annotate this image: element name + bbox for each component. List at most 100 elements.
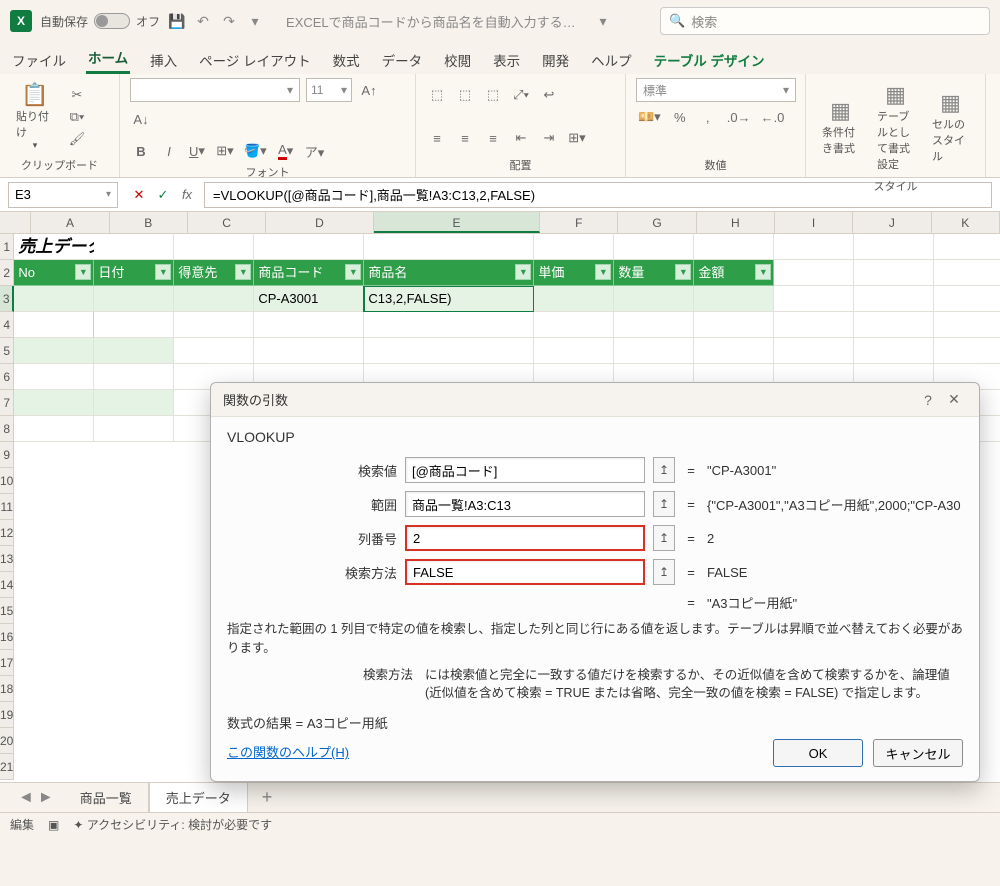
cell[interactable] [534,338,614,364]
border-button[interactable]: ⊞▾ [214,140,236,162]
tab-formulas[interactable]: 数式 [331,46,362,74]
row-header[interactable]: 5 [0,338,14,364]
col-header[interactable]: D [266,212,374,233]
macro-record-icon[interactable]: ▣ [48,818,59,832]
table-header[interactable]: 金額▼ [694,260,774,286]
cell[interactable] [94,390,174,416]
cell[interactable] [14,364,94,390]
cell[interactable] [934,286,1000,312]
fx-icon[interactable]: fx [176,184,198,206]
tab-view[interactable]: 表示 [491,46,522,74]
row-header[interactable]: 3 [0,286,14,312]
cell[interactable] [14,286,94,312]
range-selector-icon[interactable]: ↥ [653,559,675,585]
number-format-select[interactable]: 標準▾ [636,78,796,102]
name-box[interactable]: E3▾ [8,182,118,208]
row-header[interactable]: 9 [0,442,14,468]
cell[interactable] [174,286,254,312]
dialog-close-icon[interactable]: ✕ [941,391,967,408]
tab-file[interactable]: ファイル [10,46,68,74]
align-top-icon[interactable]: ⬚ [426,84,448,106]
filter-dropdown-icon[interactable]: ▼ [155,264,171,280]
row-header[interactable]: 14 [0,572,14,598]
table-header[interactable]: 商品コード▼ [254,260,364,286]
col-header[interactable]: B [110,212,188,233]
dialog-help-icon[interactable]: ? [915,392,941,408]
filter-dropdown-icon[interactable]: ▼ [675,264,691,280]
col-header[interactable]: J [853,212,931,233]
arg-table-array-input[interactable] [405,491,645,517]
row-header[interactable]: 13 [0,546,14,572]
copy-icon[interactable]: ⧉▾ [66,106,88,128]
filter-dropdown-icon[interactable]: ▼ [345,264,361,280]
italic-button[interactable]: I [158,140,180,162]
cell[interactable] [174,234,254,260]
save-icon[interactable]: 💾 [168,12,186,30]
arg-lookup-value-input[interactable] [405,457,645,483]
redo-icon[interactable]: ↷ [220,12,238,30]
cell[interactable] [254,338,364,364]
table-header[interactable]: 得意先▼ [174,260,254,286]
indent-decrease-icon[interactable]: ⇤ [510,127,532,149]
cell[interactable]: CP-A3001 [254,286,364,312]
conditional-format-button[interactable]: ▦条件付き書式 [816,94,865,160]
fill-color-button[interactable]: 🪣▾ [242,140,269,162]
row-header[interactable]: 10 [0,468,14,494]
undo-icon[interactable]: ↶ [194,12,212,30]
cell[interactable] [14,416,94,442]
cell[interactable] [614,234,694,260]
row-header[interactable]: 12 [0,520,14,546]
increase-font-icon[interactable]: A↑ [358,79,380,101]
phonetic-button[interactable]: ア▾ [303,140,327,162]
cell[interactable] [774,234,854,260]
table-header[interactable]: 単価▼ [534,260,614,286]
filter-dropdown-icon[interactable]: ▼ [755,264,771,280]
cell[interactable] [14,312,94,338]
cell[interactable] [534,234,614,260]
toggle-icon[interactable] [94,13,130,29]
cell[interactable] [854,312,934,338]
row-header[interactable]: 2 [0,260,14,286]
comma-icon[interactable]: , [697,106,719,128]
currency-icon[interactable]: 💴▾ [636,106,663,128]
row-header[interactable]: 15 [0,598,14,624]
cell[interactable] [854,234,934,260]
enter-formula-icon[interactable]: ✓ [152,184,174,206]
font-color-button[interactable]: A▾ [275,140,297,162]
row-header[interactable]: 8 [0,416,14,442]
autosave-toggle[interactable]: 自動保存 オフ [40,13,160,30]
cell[interactable] [94,286,174,312]
row-header[interactable]: 19 [0,702,14,728]
cell[interactable] [534,286,614,312]
format-as-table-button[interactable]: ▦テーブルとして書式設定 [871,78,920,176]
align-bottom-icon[interactable]: ⬚ [482,84,504,106]
percent-icon[interactable]: % [669,106,691,128]
row-header[interactable]: 11 [0,494,14,520]
table-header[interactable]: 商品名▼ [364,260,534,286]
cell[interactable] [694,286,774,312]
tab-developer[interactable]: 開発 [540,46,571,74]
merge-cells-icon[interactable]: ⊞▾ [566,127,588,149]
cell[interactable] [774,312,854,338]
cell[interactable] [774,338,854,364]
row-header[interactable]: 4 [0,312,14,338]
filter-dropdown-icon[interactable]: ▼ [75,264,91,280]
cell[interactable] [94,416,174,442]
qat-dropdown-icon[interactable]: ▾ [246,12,264,30]
font-name-select[interactable]: ▾ [130,78,300,102]
cell[interactable] [854,260,934,286]
paste-button[interactable]: 📋貼り付け▾ [10,78,60,155]
arg-range-lookup-input[interactable] [405,559,645,585]
range-selector-icon[interactable]: ↥ [653,457,675,483]
search-input[interactable]: 🔍 検索 [660,7,990,35]
tab-help[interactable]: ヘルプ [589,46,634,74]
cancel-formula-icon[interactable]: ✕ [128,184,150,206]
decrease-decimal-icon[interactable]: ←.0 [759,106,787,128]
orientation-icon[interactable]: ⤢▾ [510,84,532,106]
cell[interactable] [14,338,94,364]
cancel-button[interactable]: キャンセル [873,739,963,767]
cell[interactable] [94,234,174,260]
indent-increase-icon[interactable]: ⇥ [538,127,560,149]
active-cell[interactable]: C13,2,FALSE) [364,286,534,312]
cell-styles-button[interactable]: ▦セルのスタイル [926,86,975,168]
